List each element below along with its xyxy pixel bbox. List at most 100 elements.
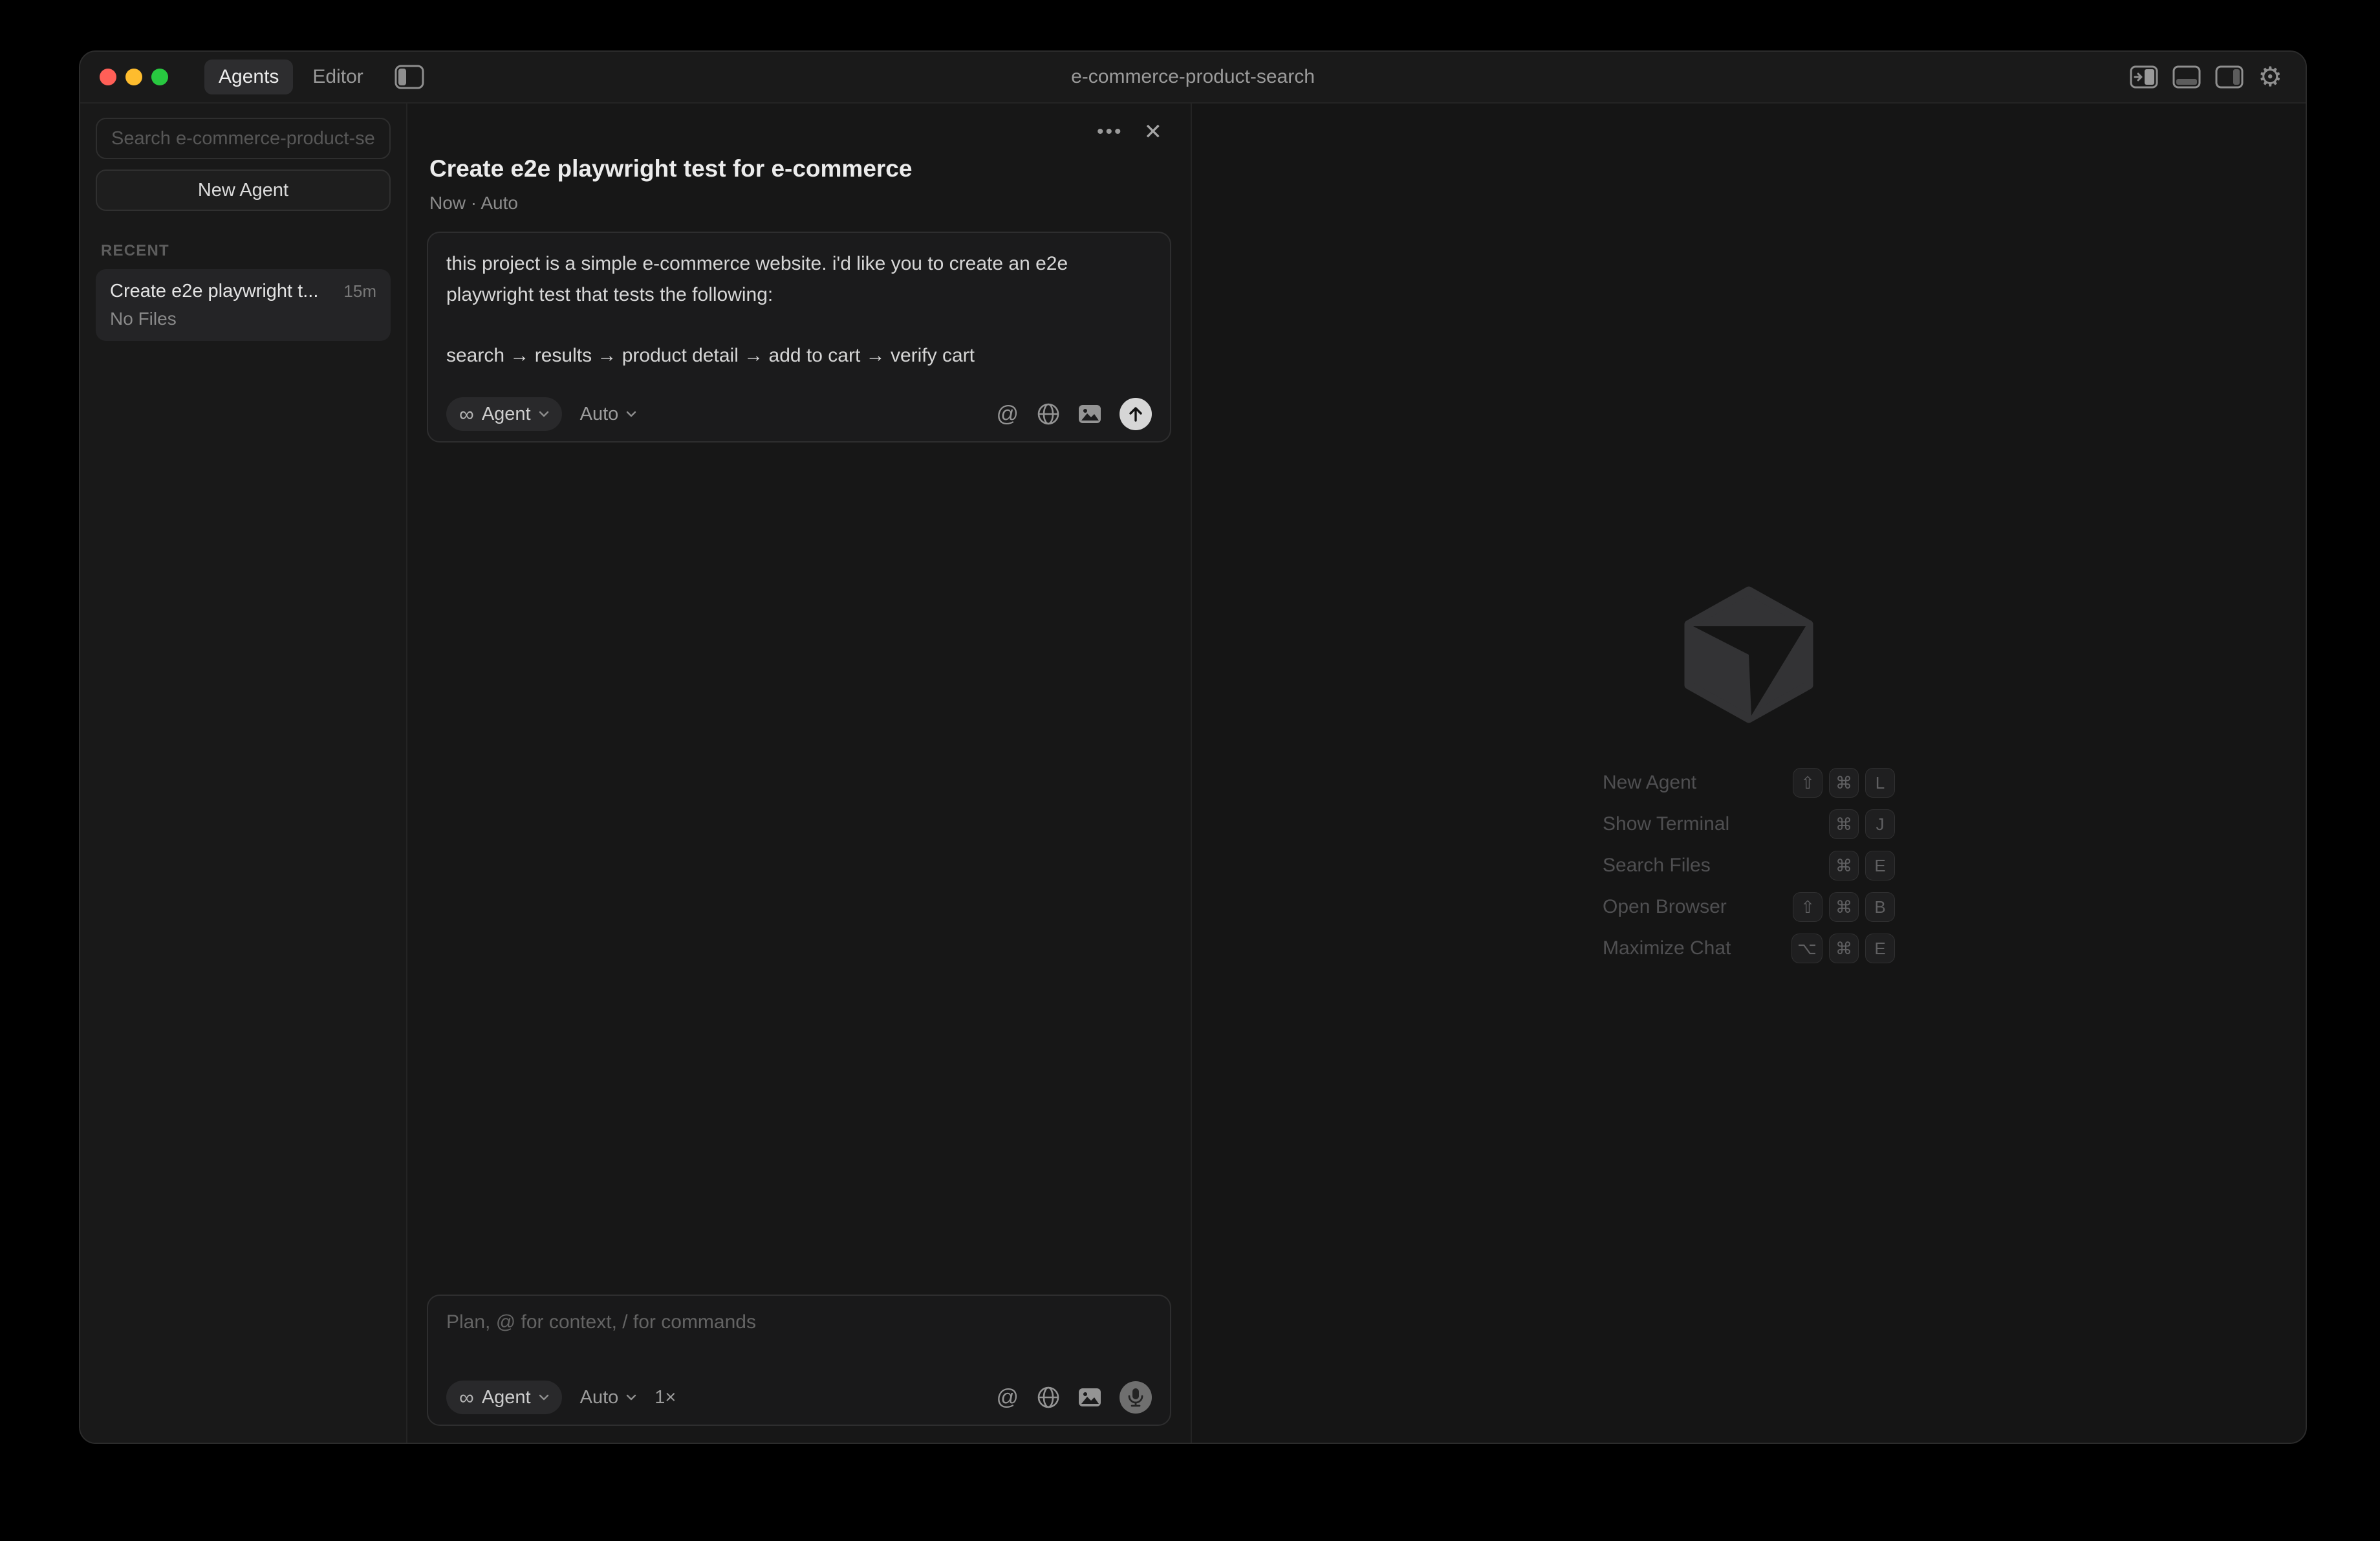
titlebar: Agents Editor e-commerce-product-search (80, 52, 2306, 104)
more-options-icon[interactable]: ••• (1097, 121, 1123, 143)
image-attach-icon[interactable] (1078, 1388, 1101, 1407)
model-dropdown[interactable]: Auto (580, 404, 637, 425)
new-agent-button[interactable]: New Agent (96, 169, 391, 211)
settings-button[interactable]: ⚙ (2258, 63, 2282, 91)
option-key: ⌥ (1791, 934, 1823, 963)
shortcut-label: Show Terminal (1603, 813, 1729, 835)
shortcut-row[interactable]: Open Browser ⇧ ⌘ B (1603, 886, 1895, 928)
mention-context-icon[interactable]: @ (996, 1386, 1019, 1408)
letter-key: E (1865, 934, 1895, 963)
gear-icon: ⚙ (2258, 63, 2282, 91)
message-paragraph: this project is a simple e-commerce webs… (446, 248, 1152, 311)
voice-input-button[interactable] (1120, 1381, 1152, 1414)
shortcut-label: Open Browser (1603, 896, 1727, 918)
chevron-down-icon (626, 411, 636, 417)
letter-key: L (1865, 768, 1895, 798)
panel-right-icon (2215, 65, 2244, 89)
panel-open-right-icon (2130, 65, 2158, 89)
model-label: Auto (580, 1387, 619, 1408)
titlebar-actions: ⚙ (2130, 52, 2282, 102)
command-key: ⌘ (1829, 768, 1859, 798)
recent-section-label: RECENT (101, 242, 391, 260)
composer-input[interactable] (446, 1311, 1152, 1361)
composer-toolbar: ∞ Agent Auto 1× @ (446, 1381, 1152, 1414)
model-dropdown[interactable]: Auto (580, 1387, 637, 1408)
shift-key: ⇧ (1793, 892, 1823, 922)
shortcut-keys: ⇧ ⌘ B (1793, 892, 1895, 922)
composer: ∞ Agent Auto 1× @ (427, 1295, 1171, 1426)
shortcut-label: Search Files (1603, 855, 1711, 877)
letter-key: B (1865, 892, 1895, 922)
model-label: Auto (580, 404, 619, 425)
message-toolbar: ∞ Agent Auto @ (446, 397, 1152, 431)
chat-header-actions: ••• ✕ (1097, 119, 1171, 145)
message-toolbar-icons: @ (996, 398, 1152, 430)
recent-item-time: 15m (343, 281, 376, 301)
shortcut-row[interactable]: Search Files ⌘ E (1603, 845, 1895, 886)
message-paragraph: search → results → product detail → add … (446, 340, 1152, 371)
app-window: Agents Editor e-commerce-product-search (79, 50, 2307, 1444)
arrow-up-icon (1128, 406, 1143, 422)
microphone-icon (1127, 1387, 1145, 1408)
shortcut-keys: ⌘ J (1829, 809, 1895, 839)
panel-bottom-icon (2172, 65, 2201, 89)
chat-title: Create e2e playwright test for e-commerc… (427, 155, 1171, 182)
recent-agent-item[interactable]: Create e2e playwright t... 15m No Files (96, 269, 391, 341)
zoom-window-button[interactable] (151, 69, 168, 85)
toggle-sidebar-button[interactable] (395, 65, 424, 89)
letter-key: J (1865, 809, 1895, 839)
infinity-icon: ∞ (459, 1387, 474, 1408)
close-chat-icon[interactable]: ✕ (1144, 119, 1163, 145)
chevron-down-icon (539, 1394, 549, 1401)
web-globe-icon[interactable] (1037, 1386, 1060, 1409)
chat-meta: Now · Auto (427, 193, 1171, 213)
agent-mode-label: Agent (482, 1387, 531, 1408)
shortcut-row[interactable]: Show Terminal ⌘ J (1603, 803, 1895, 845)
chat-panel: ••• ✕ Create e2e playwright test for e-c… (407, 104, 1192, 1443)
shortcut-label: Maximize Chat (1603, 937, 1731, 959)
workspace-panel: New Agent ⇧ ⌘ L Show Terminal ⌘ J Search (1192, 104, 2306, 1443)
tab-editor[interactable]: Editor (298, 60, 377, 94)
shortcut-keys: ⌥ ⌘ E (1791, 934, 1895, 963)
search-input[interactable] (96, 118, 391, 159)
toggle-terminal-button[interactable] (2172, 65, 2201, 89)
open-right-panel-button[interactable] (2130, 65, 2158, 89)
minimize-window-button[interactable] (125, 69, 142, 85)
cursor-cube-logo (1684, 586, 1813, 723)
recent-item-title: Create e2e playwright t... (110, 281, 318, 302)
traffic-lights (100, 69, 168, 85)
letter-key: E (1865, 851, 1895, 880)
composer-toolbar-icons: @ (996, 1381, 1152, 1414)
send-button[interactable] (1120, 398, 1152, 430)
mode-tabs: Agents Editor (204, 60, 378, 94)
recent-item-row: Create e2e playwright t... 15m (110, 281, 376, 302)
recent-item-subtitle: No Files (110, 309, 376, 329)
shortcut-label: New Agent (1603, 772, 1696, 794)
chevron-down-icon (539, 411, 549, 417)
user-message-card: this project is a simple e-commerce webs… (427, 232, 1171, 443)
agent-mode-dropdown[interactable]: ∞ Agent (446, 397, 562, 431)
command-key: ⌘ (1829, 809, 1859, 839)
shortcut-row[interactable]: New Agent ⇧ ⌘ L (1603, 762, 1895, 803)
toggle-right-panel-button[interactable] (2215, 65, 2244, 89)
window-body: New Agent RECENT Create e2e playwright t… (80, 104, 2306, 1443)
shift-key: ⇧ (1793, 768, 1823, 798)
close-window-button[interactable] (100, 69, 116, 85)
command-key: ⌘ (1829, 934, 1859, 963)
infinity-icon: ∞ (459, 404, 474, 424)
multiplier-label[interactable]: 1× (654, 1387, 676, 1408)
tab-agents[interactable]: Agents (204, 60, 293, 94)
shortcut-keys: ⌘ E (1829, 851, 1895, 880)
agent-mode-dropdown[interactable]: ∞ Agent (446, 1381, 562, 1414)
command-key: ⌘ (1829, 892, 1859, 922)
agent-mode-label: Agent (482, 404, 531, 425)
image-attach-icon[interactable] (1078, 404, 1101, 424)
shortcut-keys: ⇧ ⌘ L (1793, 768, 1895, 798)
shortcut-row[interactable]: Maximize Chat ⌥ ⌘ E (1603, 928, 1895, 969)
web-globe-icon[interactable] (1037, 402, 1060, 426)
chevron-down-icon (626, 1394, 636, 1401)
command-key: ⌘ (1829, 851, 1859, 880)
mention-context-icon[interactable]: @ (996, 403, 1019, 425)
shortcut-list: New Agent ⇧ ⌘ L Show Terminal ⌘ J Search (1603, 762, 1895, 969)
sidebar: New Agent RECENT Create e2e playwright t… (80, 104, 407, 1443)
